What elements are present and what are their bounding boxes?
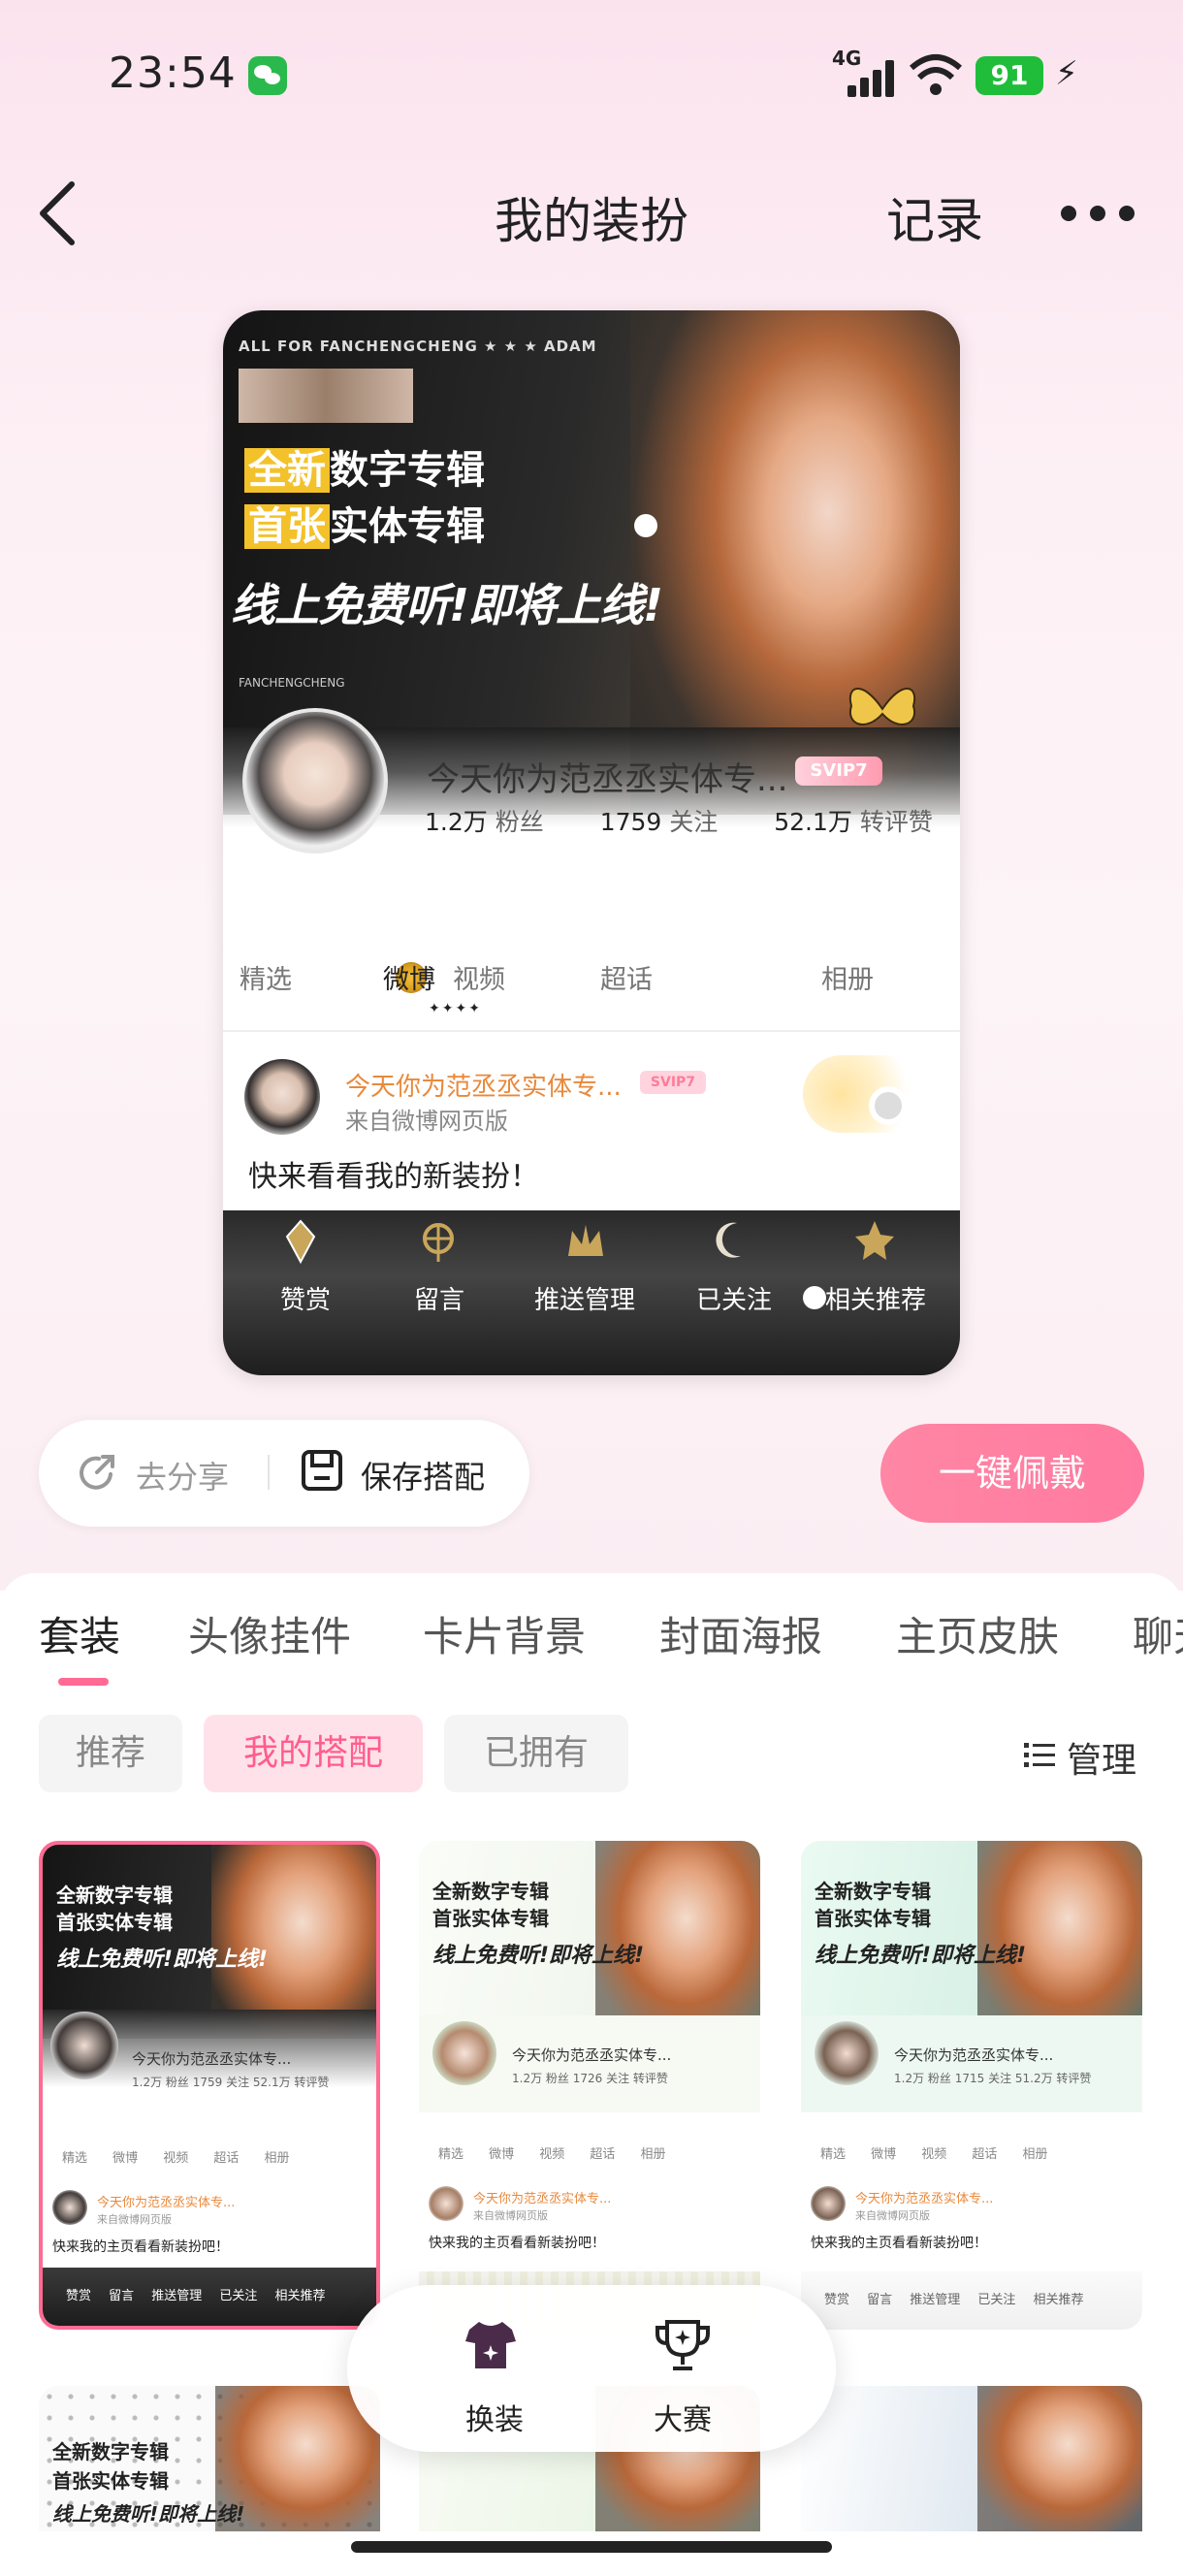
share-icon[interactable]	[78, 1453, 116, 1492]
crown-icon	[568, 1225, 603, 1256]
outfit-change-icon[interactable]	[462, 2316, 520, 2374]
avatar	[50, 2012, 118, 2079]
wifi-icon	[910, 54, 962, 95]
drag-handle[interactable]	[634, 514, 657, 537]
post-author-name[interactable]: 今天你为范丞丞实体专...	[345, 1067, 622, 1103]
share-button[interactable]: 去分享	[136, 1453, 229, 1497]
wear-all-button[interactable]: 一键佩戴	[880, 1424, 1144, 1523]
profile-stats: 1.2万 粉丝 1759 关注 52.1万 转评赞	[425, 808, 933, 836]
profile-name: 今天你为范丞丞实体专...	[427, 760, 788, 799]
active-tab-indicator	[58, 1678, 109, 1686]
followed-button[interactable]: 已关注	[671, 1280, 797, 1316]
back-icon[interactable]	[35, 180, 78, 246]
signal-icon	[847, 58, 898, 97]
tab-suits[interactable]: 套装	[39, 1604, 120, 1663]
reward-button[interactable]: 赞赏	[242, 1280, 368, 1316]
tab-avatar-pendant[interactable]: 头像挂件	[188, 1604, 351, 1663]
tab-chat[interactable]: 聊天	[1133, 1604, 1183, 1663]
filter-recommend[interactable]: 推荐	[39, 1715, 182, 1792]
svip-badge: SVIP7	[795, 757, 882, 786]
comment-icon	[423, 1223, 454, 1262]
trophy-icon[interactable]	[654, 2316, 712, 2374]
tab-video[interactable]: 视频	[421, 958, 537, 996]
tab-album[interactable]: 相册	[789, 958, 906, 996]
tab-card-background[interactable]: 卡片背景	[423, 1604, 586, 1663]
avatar[interactable]	[242, 708, 388, 853]
save-outfit-icon[interactable]	[301, 1449, 343, 1492]
outfit-preview-card: ALL FOR FANCHENGCHENG ★ ★ ★ ADAM 全新 数字专辑 …	[223, 310, 960, 1375]
card-decoration-sticker	[803, 1055, 929, 1133]
post-avatar[interactable]	[244, 1059, 320, 1135]
outfit-tile[interactable]: 全新数字专辑 首张实体专辑 线上免费听!即将上线! 今天你为范丞丞实体专... …	[801, 1841, 1142, 2330]
save-outfit-button[interactable]: 保存搭配	[361, 1453, 485, 1497]
banner-brand: FANCHENGCHENG	[239, 676, 345, 690]
charging-icon: ⚡	[1055, 54, 1078, 93]
post-text: 快来看看我的新装扮！	[248, 1160, 539, 1194]
avatar	[432, 2021, 496, 2085]
recommend-icon	[855, 1221, 894, 1260]
list-icon[interactable]	[1024, 1741, 1055, 1770]
tab-featured[interactable]: 精选	[223, 958, 324, 996]
avatar	[815, 2021, 879, 2085]
related-recommend-button[interactable]: 相关推荐	[813, 1280, 939, 1316]
outfit-tile[interactable]: 全新数字专辑 首张实体专辑 线上免费听!即将上线!	[39, 2386, 380, 2531]
comment-button[interactable]: 留言	[376, 1280, 502, 1316]
contest-button[interactable]: 大赛	[624, 2396, 741, 2438]
banner-headline-3: 线上免费听!即将上线!	[231, 579, 663, 631]
battery-indicator: 91	[975, 56, 1043, 95]
reward-icon	[285, 1219, 316, 1265]
filter-owned[interactable]: 已拥有	[444, 1715, 628, 1792]
outfit-tile[interactable]: 全新数字专辑 首张实体专辑 线上免费听!即将上线! 今天你为范丞丞实体专... …	[39, 1841, 380, 2330]
tab-cover-poster[interactable]: 封面海报	[659, 1604, 822, 1663]
post-source: 来自微博网页版	[345, 1108, 508, 1135]
drag-handle-2[interactable]	[869, 1086, 908, 1125]
more-icon[interactable]	[1061, 206, 1135, 225]
outfit-change-button[interactable]: 换装	[436, 2396, 553, 2438]
wechat-notification-icon	[248, 56, 287, 95]
banner-headline-1: 全新 数字专辑	[244, 438, 485, 495]
page-title: 我的装扮	[495, 193, 688, 249]
tab-super-topic[interactable]: 超话	[568, 958, 685, 996]
banner-headline-2: 首张 实体专辑	[244, 495, 485, 551]
tab-homepage-skin[interactable]: 主页皮肤	[896, 1604, 1059, 1663]
filter-my-outfits[interactable]: 我的搭配	[204, 1715, 423, 1792]
banner-top-text: ALL FOR FANCHENGCHENG ★ ★ ★ ADAM	[239, 338, 597, 355]
drag-handle-3[interactable]	[803, 1286, 826, 1309]
record-button[interactable]: 记录	[886, 182, 983, 252]
moon-icon	[716, 1222, 741, 1258]
outfit-tile[interactable]: 全新数字专辑 首张实体专辑 线上免费听!即将上线! 今天你为范丞丞实体专... …	[419, 1841, 760, 2330]
status-bar: 23:54 4G 91 ⚡	[0, 39, 1183, 116]
push-manage-button[interactable]: 推送管理	[522, 1280, 648, 1316]
manage-button[interactable]: 管理	[1067, 1732, 1183, 1783]
floating-nav	[347, 2285, 836, 2452]
status-time: 23:54	[109, 48, 237, 98]
outfit-tile[interactable]	[801, 2386, 1142, 2531]
home-indicator[interactable]	[351, 2541, 832, 2553]
banner-eyes-photo	[239, 369, 413, 423]
post-svip-badge: SVIP7	[640, 1071, 706, 1094]
